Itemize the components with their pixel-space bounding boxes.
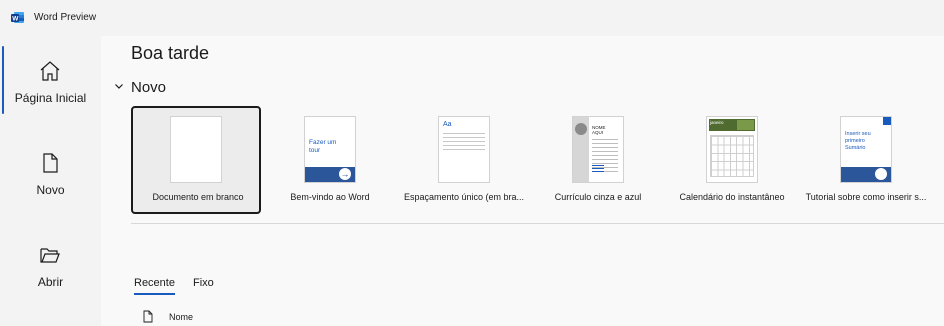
tab-recent[interactable]: Recente (134, 277, 175, 289)
column-header-name[interactable]: Nome (169, 312, 193, 322)
sidebar-item-label: Página Inicial (14, 91, 87, 105)
template-thumbnail: Inserir seu primeiro Sumário (840, 116, 892, 183)
calendar-grid (710, 135, 754, 177)
active-tab-indicator (134, 293, 175, 295)
sidebar-item-home[interactable]: Página Inicial (0, 46, 101, 126)
sidebar-item-open[interactable]: Abrir (0, 230, 101, 310)
chevron-down-icon[interactable] (112, 79, 126, 93)
title-bar: W Word Preview (0, 0, 944, 36)
template-thumbnail: Aa (438, 116, 490, 183)
sidebar-item-new[interactable]: Novo (0, 138, 101, 218)
thumbnail-text: NOME AQUI (592, 125, 606, 135)
photo-placeholder (575, 123, 587, 135)
template-label: Documento em branco (152, 192, 244, 202)
sidebar-item-label: Abrir (37, 275, 64, 289)
home-icon (40, 61, 60, 81)
template-label: Calendário do instantâneo (679, 192, 785, 202)
text-lines (443, 133, 485, 153)
thumbnail-text: Fazer um tour (309, 139, 337, 154)
app-title: Word Preview (34, 12, 97, 23)
section-title-new: Novo (131, 79, 167, 96)
thumbnail-text: Aa (443, 121, 452, 128)
word-logo-icon: W (11, 12, 24, 23)
template-label: Currículo cinza e azul (554, 192, 642, 202)
section-divider (131, 223, 944, 224)
template-thumbnail: janeiro (706, 116, 758, 183)
template-label: Espaçamento único (em bra... (403, 192, 525, 202)
folder-open-icon (40, 248, 60, 263)
thumbnail-text: janeiro (710, 120, 724, 125)
template-label: Tutorial sobre como inserir s... (805, 192, 927, 202)
corner-accent (883, 117, 891, 125)
svg-text:W: W (12, 15, 19, 22)
doc-badge-icon (875, 168, 887, 180)
sidebar: Página Inicial Novo Abrir (0, 36, 101, 326)
arrow-icon: → (339, 168, 351, 180)
new-document-icon (43, 153, 58, 173)
main-content: Boa tarde Novo Documento em branco Fazer… (101, 36, 944, 326)
template-label: Bem-vindo ao Word (290, 192, 370, 202)
template-blank-document[interactable]: Documento em branco (131, 106, 261, 214)
sidebar-item-label: Novo (36, 183, 65, 197)
thumbnail-text: Inserir seu primeiro Sumário (845, 131, 871, 151)
template-thumbnail: Fazer um tour → (304, 116, 356, 183)
calendar-photo (737, 120, 754, 130)
template-toc-tutorial[interactable]: Inserir seu primeiro Sumário Tutorial so… (801, 106, 931, 214)
template-resume-grey-blue[interactable]: NOME AQUI Currículo cinza e azul (533, 106, 663, 214)
template-single-spaced[interactable]: Aa Espaçamento único (em bra... (399, 106, 529, 214)
template-welcome-to-word[interactable]: Fazer um tour → Bem-vindo ao Word (265, 106, 395, 214)
template-thumbnail: NOME AQUI (572, 116, 624, 183)
tab-pinned[interactable]: Fixo (193, 277, 214, 289)
template-snapshot-calendar[interactable]: janeiro Calendário do instantâneo (667, 106, 797, 214)
page-title: Boa tarde (131, 43, 210, 63)
accent-lines (592, 165, 604, 173)
file-icon (143, 310, 153, 323)
template-thumbnail (170, 116, 222, 183)
